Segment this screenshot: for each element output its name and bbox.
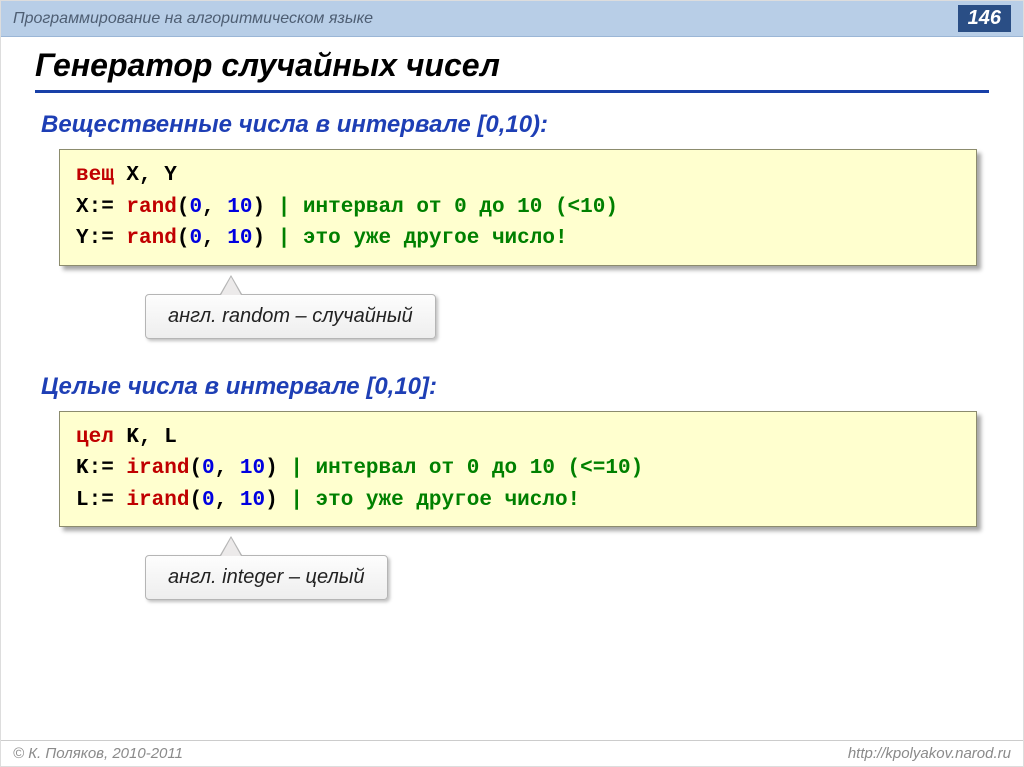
lhs: L:= [76,489,114,512]
paren: ) [265,489,290,512]
section-real: Вещественные числа в интервале [0,10): в… [35,111,989,339]
arg: 0 [202,457,215,480]
comment: | это уже другое число! [278,227,568,250]
footer-url: http://kpolyakov.narod.ru [848,745,1011,762]
comment: | интервал от 0 до 10 (<10) [278,196,618,219]
footer: © К. Поляков, 2010-2011 http://kpolyakov… [1,740,1023,766]
code-block: цел K, L K:= irand(0, 10) | интервал от … [59,411,977,528]
code-line: X:= rand(0, 10) | интервал от 0 до 10 (<… [76,192,960,224]
code-line: L:= irand(0, 10) | это уже другое число! [76,485,960,517]
comment: | это уже другое число! [290,489,580,512]
arg: 10 [240,457,265,480]
note-text: англ. random – случайный [168,305,413,327]
lhs: X:= [76,196,114,219]
arg: 0 [189,227,202,250]
paren: ( [177,227,190,250]
paren: ( [189,489,202,512]
code-line: K:= irand(0, 10) | интервал от 0 до 10 (… [76,453,960,485]
code-line: цел K, L [76,422,960,454]
keyword: вещ [76,164,114,187]
content: Генератор случайных чисел Вещественные ч… [1,37,1023,600]
page-number: 146 [958,5,1011,32]
copyright: © К. Поляков, 2010-2011 [13,745,183,762]
paren: ) [252,196,277,219]
arg: 10 [240,489,265,512]
paren: ( [177,196,190,219]
arg: 10 [227,196,252,219]
vars: X, Y [114,164,177,187]
arg: 0 [189,196,202,219]
section-heading: Целые числа в интервале [0,10]: [35,373,989,401]
section-heading: Вещественные числа в интервале [0,10): [35,111,989,139]
fn: irand [114,489,190,512]
fn: irand [114,457,190,480]
callout-arrow-icon [221,538,241,556]
slide-title: Генератор случайных чисел [35,47,989,93]
paren: ) [265,457,290,480]
callout-arrow-icon [221,277,241,295]
sep: , [215,457,240,480]
code-line: Y:= rand(0, 10) | это уже другое число! [76,223,960,255]
fn: rand [114,227,177,250]
course-title: Программирование на алгоритмическом язык… [13,10,373,28]
paren: ( [189,457,202,480]
note-callout: англ. random – случайный [145,294,436,339]
keyword: цел [76,426,114,449]
header-bar: Программирование на алгоритмическом язык… [1,1,1023,37]
sep: , [202,227,227,250]
fn: rand [114,196,177,219]
lhs: K:= [76,457,114,480]
arg: 10 [227,227,252,250]
arg: 0 [202,489,215,512]
paren: ) [252,227,277,250]
note-text: англ. integer – целый [168,566,365,588]
sep: , [215,489,240,512]
sep: , [202,196,227,219]
comment: | интервал от 0 до 10 (<=10) [290,457,643,480]
note-callout: англ. integer – целый [145,555,388,600]
vars: K, L [114,426,177,449]
code-line: вещ X, Y [76,160,960,192]
section-integer: Целые числа в интервале [0,10]: цел K, L… [35,373,989,601]
code-block: вещ X, Y X:= rand(0, 10) | интервал от 0… [59,149,977,266]
lhs: Y:= [76,227,114,250]
